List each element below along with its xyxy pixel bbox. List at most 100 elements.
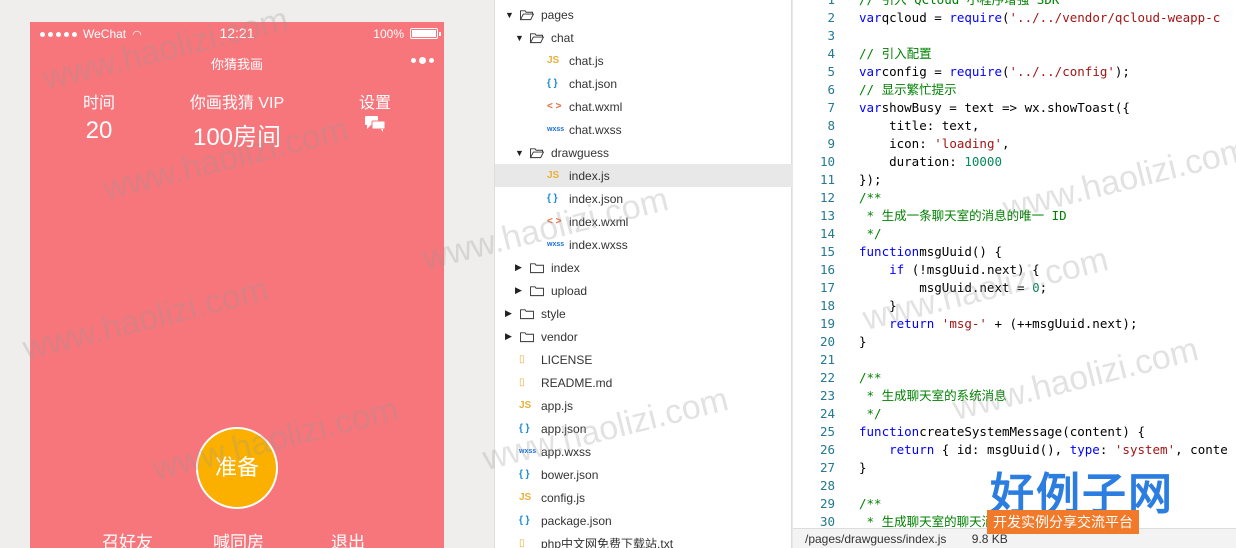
code-token: var	[859, 100, 882, 115]
js-file-icon: JS	[519, 400, 532, 411]
more-icon[interactable]	[411, 57, 434, 64]
code-line[interactable]: title: text,	[859, 117, 979, 135]
code-area[interactable]: // 引入 QCloud 小程序增强 SDKvarqcloud = requir…	[859, 0, 1236, 528]
tree-folder[interactable]: ▶ index	[495, 256, 792, 279]
code-line[interactable]: * 生成一条聊天室的消息的唯一 ID	[859, 207, 1067, 225]
code-line[interactable]: msgUuid.next = 0;	[859, 279, 1047, 297]
tree-file[interactable]: ▯ LICENSE	[495, 348, 792, 371]
json-file-icon: { }	[519, 423, 530, 434]
tree-file[interactable]: { } bower.json	[495, 463, 792, 486]
code-line[interactable]: /**	[859, 369, 882, 387]
code-line[interactable]: functioncreateSystemMessage(content) {	[859, 423, 1145, 441]
tree-folder[interactable]: ▶ upload	[495, 279, 792, 302]
line-number: 23	[819, 388, 835, 403]
tree-item-label: php中文网免费下载站.txt	[541, 537, 674, 548]
code-line[interactable]: }	[859, 459, 867, 477]
code-token: /**	[859, 370, 882, 385]
code-line[interactable]: }	[859, 297, 897, 315]
call-roommates-button[interactable]: 喊同房	[213, 528, 264, 548]
code-line[interactable]: icon: 'loading',	[859, 135, 1009, 153]
tree-item-label: index.json	[569, 191, 624, 206]
code-token: , conte	[1175, 442, 1228, 457]
code-token: + (++msgUuid.next);	[986, 316, 1138, 331]
tree-folder[interactable]: ▼ drawguess	[495, 141, 792, 164]
code-line[interactable]: // 显示繁忙提示	[859, 81, 957, 99]
tree-file[interactable]: JS app.js	[495, 394, 792, 417]
settings-button[interactable]: 设置	[355, 89, 395, 133]
line-number: 12	[819, 190, 835, 205]
tree-file[interactable]: wxss index.wxss	[495, 233, 792, 256]
ready-button[interactable]: 准备	[196, 427, 278, 509]
tree-file[interactable]: JS chat.js	[495, 49, 792, 72]
folder-icon	[530, 285, 544, 296]
code-editor[interactable]: 1234567891011121314151617181920212223242…	[793, 0, 1236, 548]
code-line[interactable]: duration: 10000	[859, 153, 1002, 171]
tree-file[interactable]: wxss chat.wxss	[495, 118, 792, 141]
code-line[interactable]: varqcloud = require('../../vendor/qcloud…	[859, 9, 1220, 27]
tree-file[interactable]: JS config.js	[495, 486, 792, 509]
chevron-right-icon[interactable]: ▶	[505, 331, 517, 342]
tree-folder[interactable]: ▼ chat	[495, 26, 792, 49]
code-line[interactable]: // 引入 QCloud 小程序增强 SDK	[859, 0, 1059, 9]
code-line[interactable]: /**	[859, 189, 882, 207]
line-number: 6	[827, 82, 835, 97]
tree-folder[interactable]: ▶ vendor	[495, 325, 792, 348]
time-value: 20	[85, 117, 113, 144]
code-token: var	[859, 10, 882, 25]
tree-folder[interactable]: ▶ style	[495, 302, 792, 325]
code-line[interactable]: varconfig = require('../../config');	[859, 63, 1130, 81]
room-label: 你画我猜 VIP	[189, 95, 285, 112]
line-number: 10	[819, 154, 835, 169]
tree-item-label: index.js	[569, 168, 610, 183]
tree-item-label: README.md	[541, 375, 613, 390]
tree-file[interactable]: ▯ php中文网免费下载站.txt	[495, 532, 792, 548]
tree-file[interactable]: < > chat.wxml	[495, 95, 792, 118]
code-line[interactable]: return { id: msgUuid(), type: 'system', …	[859, 441, 1228, 459]
exit-button[interactable]: 退出	[331, 528, 365, 548]
line-number: 21	[819, 352, 835, 367]
code-line[interactable]: return 'msg-' + (++msgUuid.next);	[859, 315, 1137, 333]
code-token: }	[859, 460, 867, 475]
game-stats: 时间 20 你画我猜 VIP 100房间 设置	[30, 89, 444, 151]
folder-icon	[520, 308, 534, 319]
chevron-down-icon[interactable]: ▼	[515, 33, 527, 43]
line-number: 1	[827, 0, 835, 9]
code-line[interactable]: * 生成聊天室的系统消息	[859, 387, 1007, 405]
code-line[interactable]: });	[859, 171, 882, 189]
invite-friends-button[interactable]: 召好友	[102, 528, 153, 548]
chevron-right-icon[interactable]: ▶	[505, 308, 517, 319]
doc-file-icon: ▯	[519, 354, 525, 365]
code-line[interactable]: * 生成聊天室的聊天消息	[859, 513, 1007, 528]
code-line[interactable]: // 引入配置	[859, 45, 932, 63]
tree-file[interactable]: { } chat.json	[495, 72, 792, 95]
chevron-down-icon[interactable]: ▼	[515, 148, 527, 158]
code-line[interactable]: varshowBusy = text => wx.showToast({	[859, 99, 1130, 117]
code-line[interactable]: }	[859, 333, 867, 351]
code-line[interactable]: if (!msgUuid.next) {	[859, 261, 1040, 279]
chevron-right-icon[interactable]: ▶	[515, 262, 527, 273]
tree-file[interactable]: ▯ README.md	[495, 371, 792, 394]
tree-folder[interactable]: ▼ pages	[495, 3, 792, 26]
tree-file[interactable]: wxss app.wxss	[495, 440, 792, 463]
tree-file[interactable]: < > index.wxml	[495, 210, 792, 233]
chat-bubbles-icon	[365, 116, 386, 132]
chevron-down-icon[interactable]: ▼	[505, 10, 517, 20]
file-size: 9.8 KB	[971, 532, 1008, 546]
tree-item-label: LICENSE	[541, 352, 593, 367]
tree-item-label: app.wxss	[541, 444, 592, 459]
tree-item-label: bower.json	[541, 467, 599, 482]
tree-file[interactable]: { } package.json	[495, 509, 792, 532]
tree-file[interactable]: JS index.js	[495, 164, 792, 187]
tree-file[interactable]: { } app.json	[495, 417, 792, 440]
code-line[interactable]: /**	[859, 495, 882, 513]
line-number: 18	[819, 298, 835, 313]
line-number: 15	[819, 244, 835, 259]
code-line[interactable]: */	[859, 405, 882, 423]
tree-item-label: pages	[541, 7, 574, 22]
code-line[interactable]: */	[859, 225, 882, 243]
code-line[interactable]: functionmsgUuid() {	[859, 243, 1002, 261]
tree-file[interactable]: { } index.json	[495, 187, 792, 210]
chevron-right-icon[interactable]: ▶	[515, 285, 527, 296]
wxss-file-icon: wxss	[519, 448, 537, 455]
